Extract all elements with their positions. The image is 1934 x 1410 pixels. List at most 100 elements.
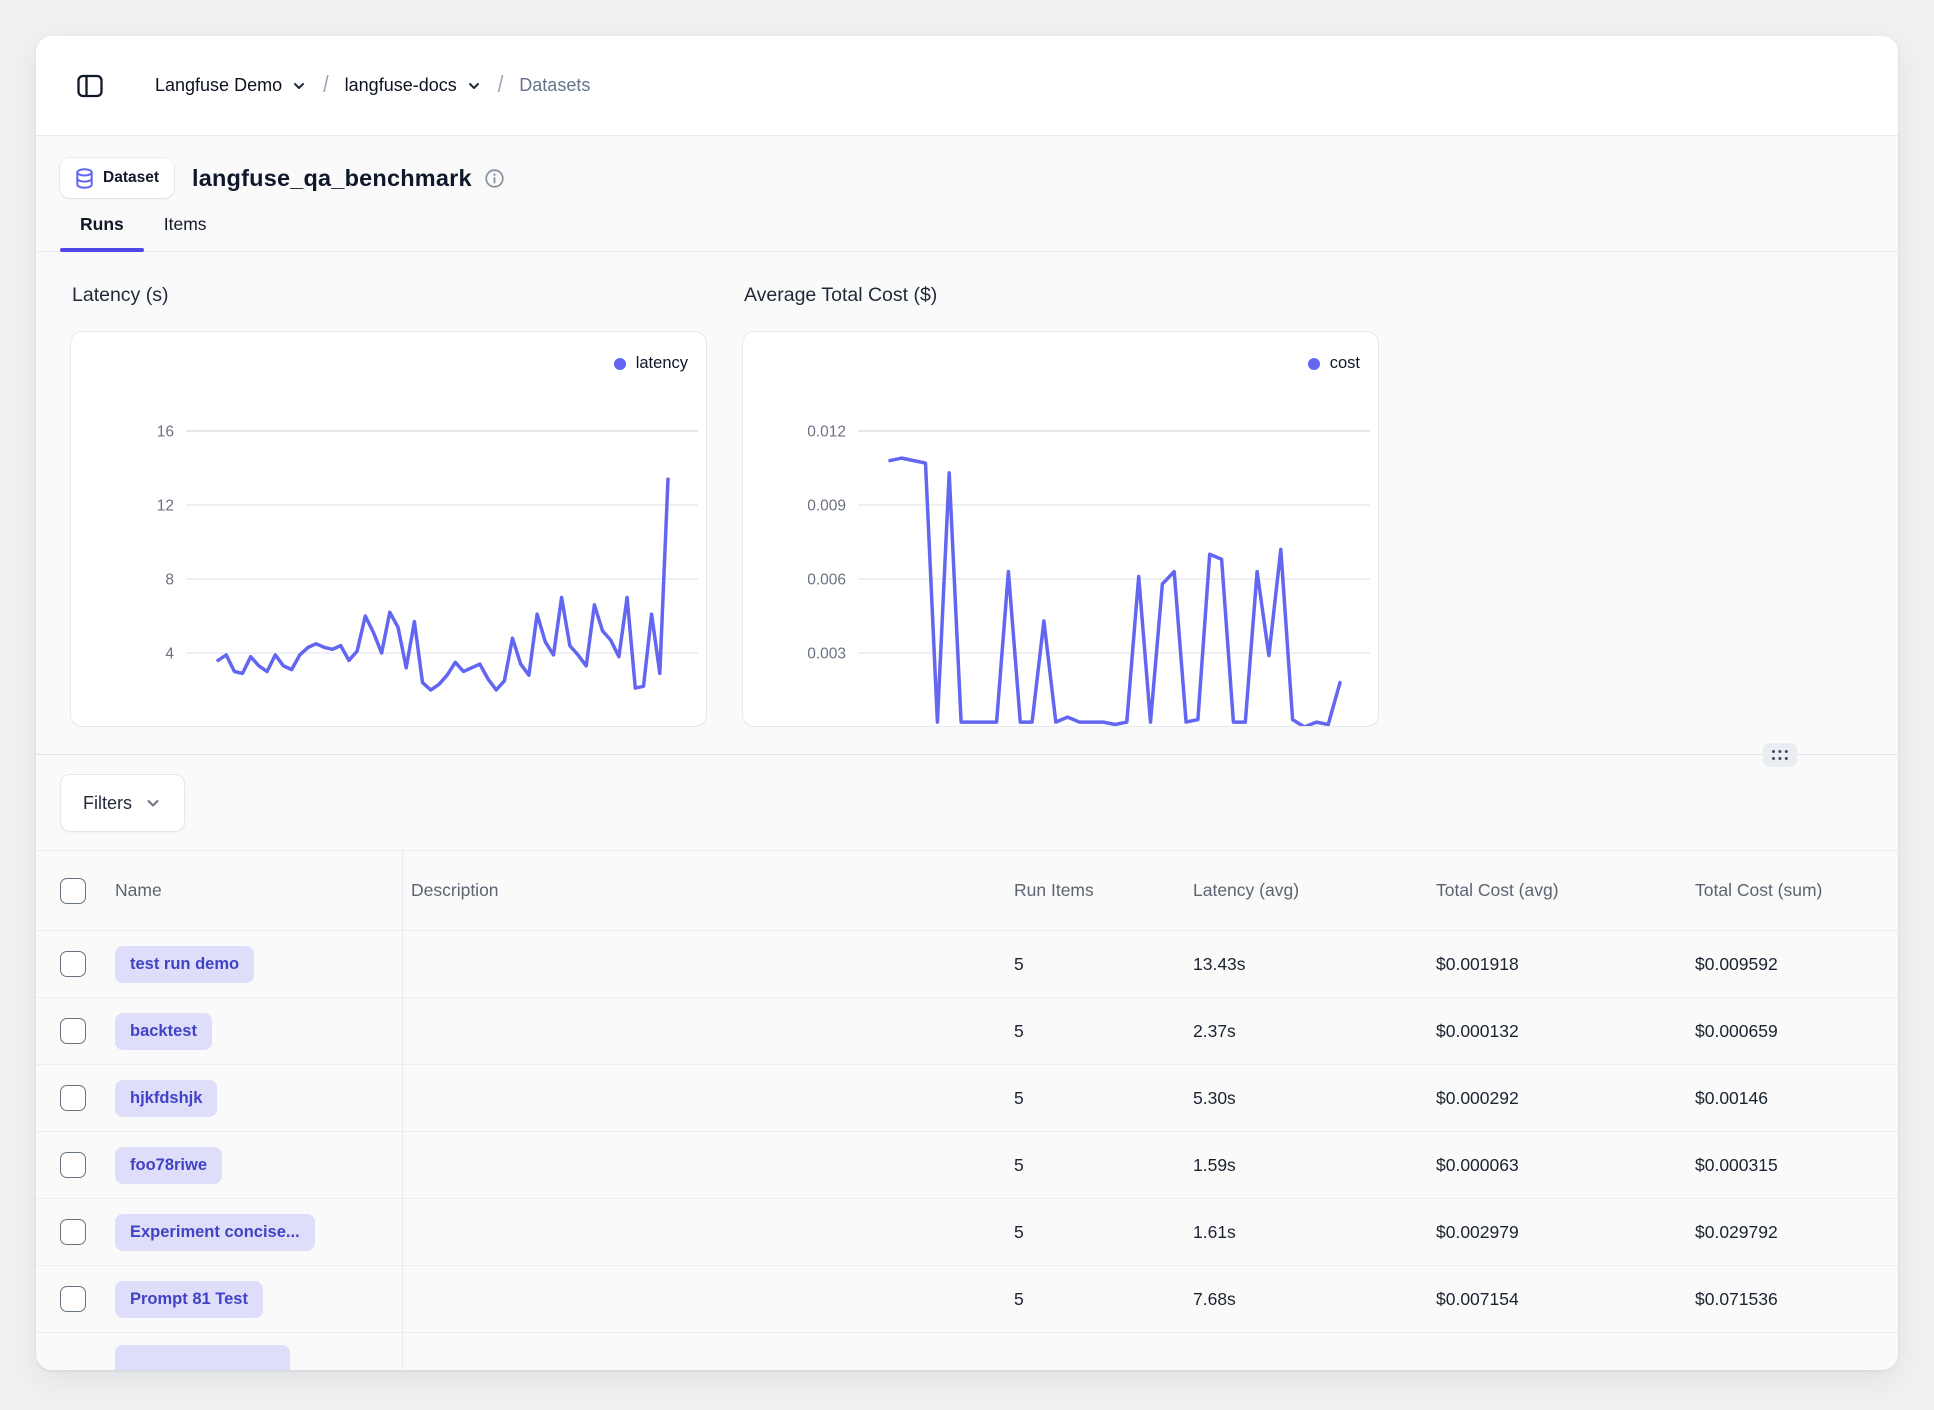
cost-chart-card: 0.0120.0090.0060.003 cost bbox=[742, 331, 1379, 727]
run-name-label: hjkfdshjk bbox=[130, 1089, 202, 1108]
row-checkbox[interactable] bbox=[60, 1152, 86, 1178]
legend-label: latency bbox=[636, 354, 688, 373]
table-row[interactable]: Experiment concise... 5 1.61s $0.002979 … bbox=[36, 1199, 1898, 1266]
svg-text:0.006: 0.006 bbox=[807, 572, 846, 589]
svg-text:12: 12 bbox=[157, 498, 174, 515]
run-items-value: 5 bbox=[1014, 1132, 1193, 1198]
chevron-down-icon bbox=[291, 78, 307, 94]
total-cost-sum-value: $0.071536 bbox=[1695, 1266, 1898, 1332]
table-row[interactable]: foo78riwe 5 1.59s $0.000063 $0.000315 bbox=[36, 1132, 1898, 1199]
page-title: langfuse_qa_benchmark bbox=[192, 165, 472, 192]
cost-chart-section: Average Total Cost ($) 0.0120.0090.0060.… bbox=[742, 284, 1379, 727]
tab-runs[interactable]: Runs bbox=[60, 214, 144, 251]
dataset-chip-label: Dataset bbox=[103, 169, 159, 187]
total-cost-avg-value: $0.002979 bbox=[1436, 1199, 1695, 1265]
svg-text:16: 16 bbox=[157, 424, 174, 441]
breadcrumb-separator: / bbox=[323, 72, 329, 98]
latency-avg-value: 7.68s bbox=[1193, 1266, 1436, 1332]
total-cost-sum-value: $0.029792 bbox=[1695, 1199, 1898, 1265]
table-row[interactable]: backtest 5 2.37s $0.000132 $0.000659 bbox=[36, 998, 1898, 1065]
run-items-value: 5 bbox=[1014, 1199, 1193, 1265]
table-row[interactable]: Prompt 81 Test 5 7.68s $0.007154 $0.0715… bbox=[36, 1266, 1898, 1333]
column-header-run-items: Run Items bbox=[1014, 851, 1193, 930]
run-name-badge[interactable]: Experiment concise... bbox=[115, 1214, 315, 1251]
svg-text:0.009: 0.009 bbox=[807, 498, 846, 515]
row-checkbox[interactable] bbox=[60, 951, 86, 977]
breadcrumb-org[interactable]: Langfuse Demo bbox=[155, 75, 307, 96]
tab-items[interactable]: Items bbox=[144, 214, 227, 251]
app-window: Langfuse Demo / langfuse-docs / Datasets… bbox=[36, 36, 1898, 1370]
column-header-total-cost-sum: Total Cost (sum) bbox=[1695, 851, 1898, 930]
breadcrumb-project[interactable]: langfuse-docs bbox=[345, 75, 482, 96]
database-icon bbox=[75, 168, 94, 189]
filters-button[interactable]: Filters bbox=[60, 774, 185, 832]
dataset-title-row: Dataset langfuse_qa_benchmark bbox=[36, 136, 1898, 198]
column-header-latency-avg: Latency (avg) bbox=[1193, 851, 1436, 930]
total-cost-avg-value: $0.007154 bbox=[1436, 1266, 1695, 1332]
panel-left-icon bbox=[75, 71, 105, 101]
total-cost-sum-value: $0.000315 bbox=[1695, 1132, 1898, 1198]
run-name-badge[interactable]: foo78riwe bbox=[115, 1147, 222, 1184]
cost-line-plot: 0.0120.0090.0060.003 bbox=[743, 332, 1378, 726]
run-name-badge[interactable]: test run demo bbox=[115, 946, 254, 983]
filters-row: Filters bbox=[36, 755, 1898, 832]
table-row[interactable]: test run demo 5 13.43s $0.001918 $0.0095… bbox=[36, 931, 1898, 998]
run-name-badge[interactable]: Prompt 81 Test bbox=[115, 1281, 263, 1318]
run-name-badge[interactable]: backtest bbox=[115, 1013, 212, 1050]
chart-title-cost: Average Total Cost ($) bbox=[744, 284, 1379, 307]
latency-line-plot: 161284 bbox=[71, 332, 706, 726]
run-name-badge[interactable] bbox=[115, 1345, 290, 1370]
table-header-row: Name Description Run Items Latency (avg)… bbox=[36, 851, 1898, 931]
latency-chart-section: Latency (s) 161284 latency bbox=[70, 284, 707, 727]
legend-dot-icon bbox=[614, 358, 626, 370]
row-checkbox[interactable] bbox=[60, 1219, 86, 1245]
tab-runs-label: Runs bbox=[80, 214, 124, 234]
latency-avg-value: 1.61s bbox=[1193, 1199, 1436, 1265]
total-cost-sum-value: $0.009592 bbox=[1695, 931, 1898, 997]
run-description bbox=[403, 1132, 1014, 1198]
total-cost-sum-value: $0.00146 bbox=[1695, 1065, 1898, 1131]
chevron-down-icon bbox=[466, 78, 482, 94]
total-cost-avg-value: $0.000063 bbox=[1436, 1132, 1695, 1198]
run-items-value: 5 bbox=[1014, 1065, 1193, 1131]
legend-dot-icon bbox=[1308, 358, 1320, 370]
total-cost-sum-value: $0.000659 bbox=[1695, 998, 1898, 1064]
latency-chart-legend: latency bbox=[614, 354, 688, 373]
run-name-label: Experiment concise... bbox=[130, 1223, 300, 1242]
row-checkbox[interactable] bbox=[60, 1085, 86, 1111]
page-background: { "topbar": { "breadcrumb": [ {"label": … bbox=[0, 0, 1934, 1410]
run-description bbox=[403, 931, 1014, 997]
svg-text:0.003: 0.003 bbox=[807, 646, 846, 663]
run-items-value: 5 bbox=[1014, 931, 1193, 997]
runs-table: Name Description Run Items Latency (avg)… bbox=[36, 850, 1898, 1370]
resize-handle[interactable] bbox=[1763, 743, 1797, 767]
total-cost-avg-value: $0.000292 bbox=[1436, 1065, 1695, 1131]
svg-text:4: 4 bbox=[165, 646, 174, 663]
run-description bbox=[403, 1199, 1014, 1265]
content-area: Dataset langfuse_qa_benchmark Runs Items… bbox=[36, 136, 1898, 1370]
chart-title-latency: Latency (s) bbox=[72, 284, 707, 307]
column-header-total-cost-avg: Total Cost (avg) bbox=[1436, 851, 1695, 930]
filters-button-label: Filters bbox=[83, 793, 132, 814]
info-icon[interactable] bbox=[484, 168, 505, 189]
run-name-label: backtest bbox=[130, 1022, 197, 1041]
sidebar-toggle-button[interactable] bbox=[75, 71, 105, 101]
run-name-label: foo78riwe bbox=[130, 1156, 207, 1175]
total-cost-avg-value: $0.001918 bbox=[1436, 931, 1695, 997]
row-checkbox[interactable] bbox=[60, 1286, 86, 1312]
run-name-badge[interactable]: hjkfdshjk bbox=[115, 1080, 217, 1117]
row-checkbox[interactable] bbox=[60, 1018, 86, 1044]
total-cost-avg-value: $0.000132 bbox=[1436, 998, 1695, 1064]
latency-chart-card: 161284 latency bbox=[70, 331, 707, 727]
table-body: test run demo 5 13.43s $0.001918 $0.0095… bbox=[36, 931, 1898, 1370]
column-header-name: Name bbox=[100, 851, 403, 930]
run-name-label: test run demo bbox=[130, 955, 239, 974]
run-description bbox=[403, 1266, 1014, 1332]
run-description bbox=[403, 1065, 1014, 1131]
table-row[interactable]: hjkfdshjk 5 5.30s $0.000292 $0.00146 bbox=[36, 1065, 1898, 1132]
latency-avg-value: 2.37s bbox=[1193, 998, 1436, 1064]
select-all-checkbox[interactable] bbox=[60, 878, 86, 904]
run-name-label: Prompt 81 Test bbox=[130, 1290, 248, 1309]
table-row-partial[interactable] bbox=[36, 1333, 1898, 1370]
column-header-description: Description bbox=[403, 851, 1014, 930]
